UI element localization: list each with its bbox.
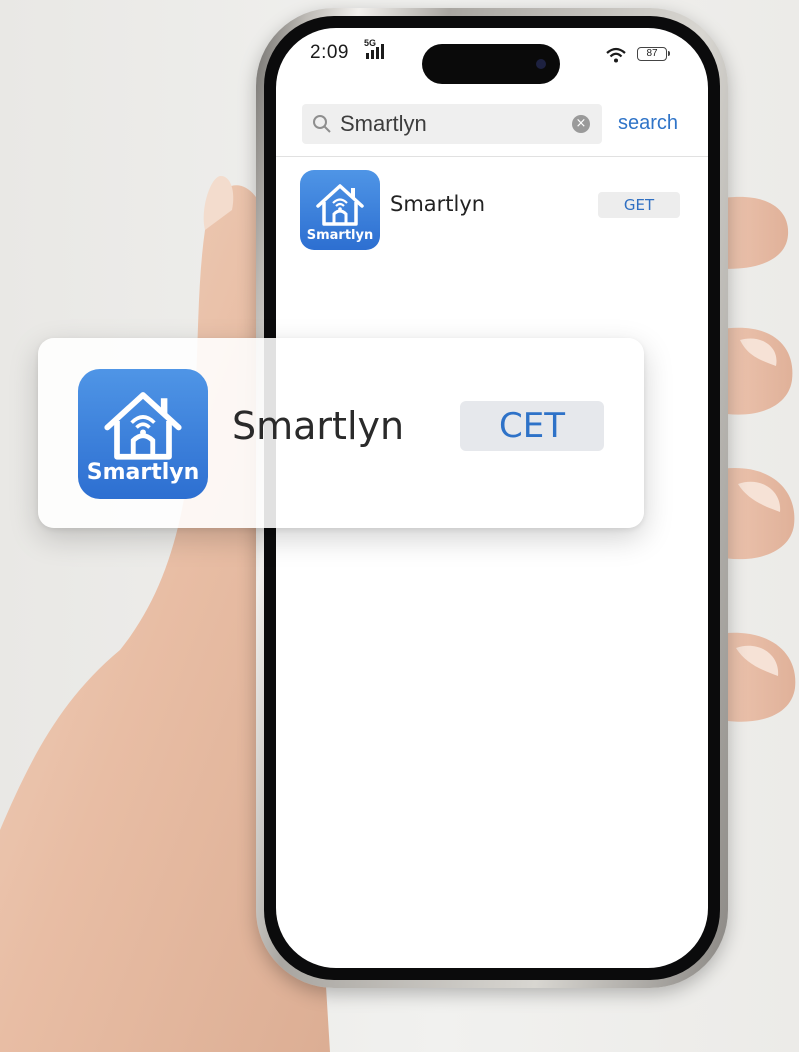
search-query-text: Smartlyn xyxy=(340,111,427,136)
get-button[interactable]: GET xyxy=(598,192,680,218)
front-camera-icon xyxy=(536,59,546,69)
status-time: 2:09 xyxy=(310,42,349,63)
clear-icon[interactable]: × xyxy=(572,115,590,133)
app-icon-label: Smartlyn xyxy=(306,228,374,243)
photo-background: 2:09 5G 87 Smartlyn × search Smartlyn Sm… xyxy=(0,0,799,1052)
app-icon-large: Smartlyn xyxy=(78,369,208,499)
search-input[interactable]: Smartlyn × xyxy=(302,104,602,144)
dynamic-island xyxy=(422,44,560,84)
get-button-large: CET xyxy=(460,401,604,451)
search-result-row[interactable]: Smartlyn Smartlyn GET xyxy=(300,170,690,252)
app-icon-label-large: Smartlyn xyxy=(86,460,200,485)
search-button[interactable]: search xyxy=(618,112,678,135)
search-icon xyxy=(313,115,331,133)
magnified-result-callout: Smartlyn Smartlyn CET xyxy=(38,338,644,528)
app-name-large: Smartlyn xyxy=(232,404,405,448)
header-divider xyxy=(276,156,708,157)
app-name: Smartlyn xyxy=(390,192,486,216)
signal-bars-icon xyxy=(366,44,384,59)
wifi-icon xyxy=(606,47,626,63)
battery-icon: 87 xyxy=(637,47,670,61)
app-icon: Smartlyn xyxy=(300,170,380,250)
